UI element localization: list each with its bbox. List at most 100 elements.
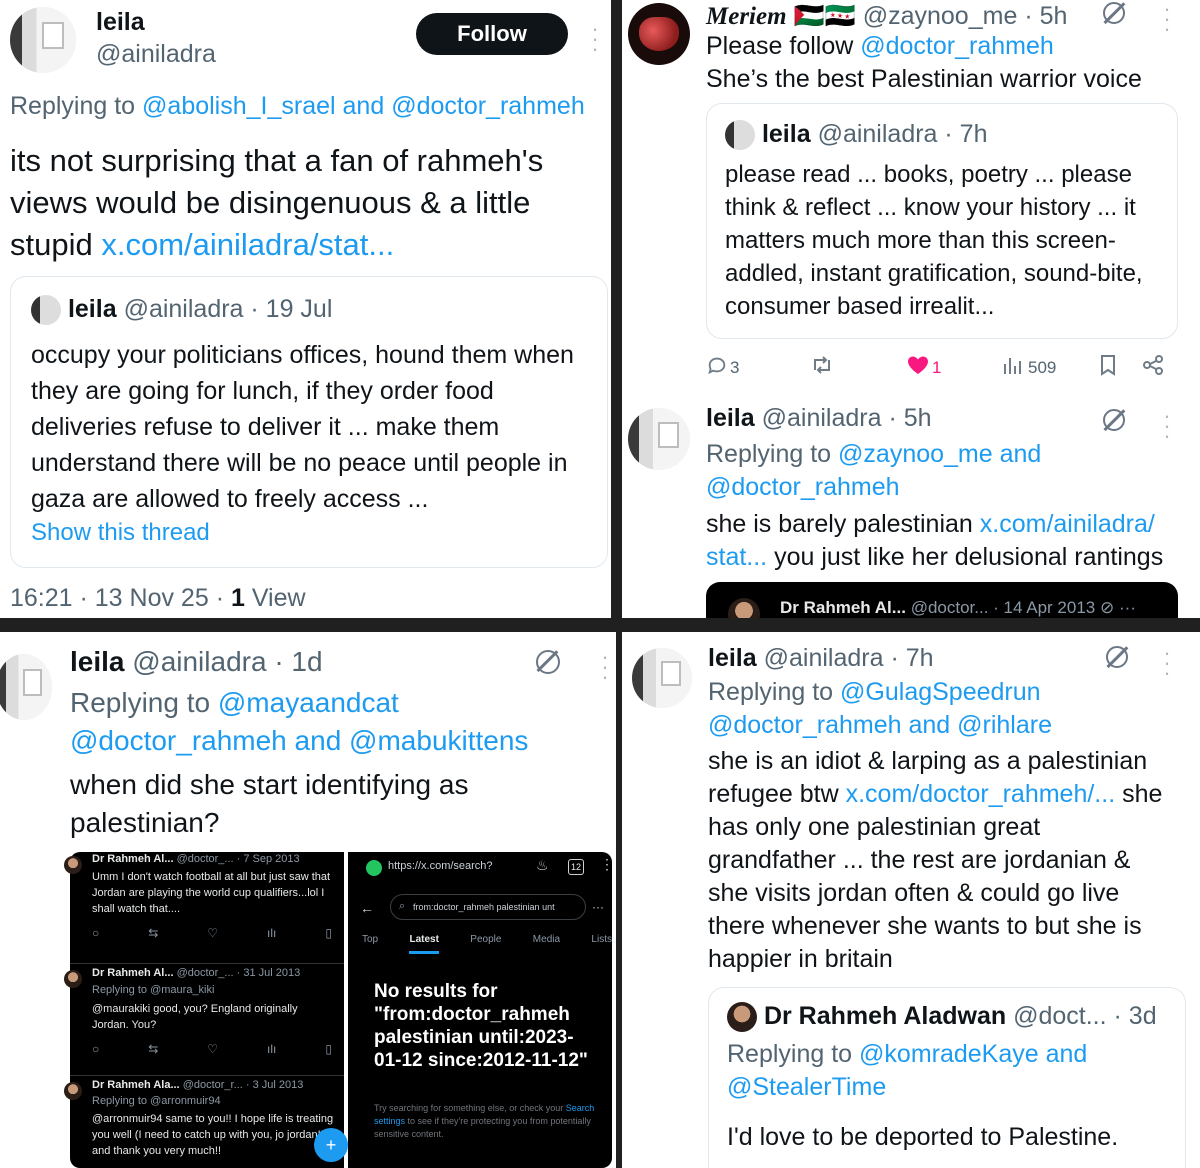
author-handle[interactable]: @ainiladra: [762, 404, 882, 432]
mention-link[interactable]: @doctor_rahmeh: [706, 471, 1041, 504]
share-icon[interactable]: [1142, 354, 1164, 382]
tweet-time[interactable]: · 5h: [888, 404, 931, 432]
flame-icon[interactable]: ♨: [536, 857, 549, 874]
more-icon[interactable]: ···: [1162, 405, 1172, 447]
mention-link[interactable]: @doctor_rahmeh: [391, 92, 585, 120]
mention-link[interactable]: @mabukittens: [349, 725, 528, 756]
avatar[interactable]: [10, 7, 76, 73]
reply-context: Replying to @mayaandcat @doctor_rahmeh a…: [70, 684, 528, 760]
mini-date: · 31 Jul 2013: [236, 967, 301, 979]
grok-icon[interactable]: [536, 650, 560, 674]
like-icon[interactable]: [906, 354, 930, 382]
author-handle[interactable]: @ainiladra: [96, 40, 216, 69]
more-icon[interactable]: ···: [600, 646, 610, 688]
avatar[interactable]: [628, 3, 690, 65]
avatar[interactable]: [0, 654, 52, 720]
tweet-link[interactable]: stat...: [706, 543, 767, 571]
reply-icon: ○: [92, 1042, 100, 1056]
views-icon: ılı: [267, 1042, 277, 1056]
author-name[interactable]: leila: [96, 8, 145, 37]
more-icon[interactable]: ···: [1162, 642, 1172, 684]
menu-icon[interactable]: ⋮: [600, 856, 614, 873]
grok-icon[interactable]: [1103, 2, 1125, 24]
mention-link[interactable]: @doctor_rahmeh: [70, 725, 287, 756]
quote-tweet[interactable]: leila @ainiladra · 19 Jul occupy your po…: [10, 276, 608, 568]
tab-count[interactable]: 12: [568, 859, 584, 875]
more-icon[interactable]: ···: [590, 18, 600, 60]
author-name[interactable]: Meriem: [706, 3, 787, 30]
tweet-time[interactable]: · 7h: [890, 644, 933, 672]
follow-button[interactable]: Follow: [416, 13, 568, 55]
avatar[interactable]: [632, 648, 692, 708]
more-icon[interactable]: ···: [1119, 598, 1136, 617]
mini-tweet: Dr Rahmeh Ala... @doctor_r... · 3 Jul 20…: [64, 1076, 348, 1168]
attached-image-timeline[interactable]: Dr Rahmeh Al... @doctor_... · 7 Sep 2013…: [64, 852, 348, 1168]
grok-icon[interactable]: [1103, 409, 1125, 431]
mini-header: Dr Rahmeh Al... @doctor_... · 7 Sep 2013: [92, 853, 300, 865]
attached-image-search[interactable]: https://x.com/search? ♨ 12 ⋮ ← ⌕ from:do…: [348, 852, 614, 1168]
quote-tweet[interactable]: Dr Rahmeh Aladwan @doct... · 3d Replying…: [708, 987, 1186, 1168]
tab-lists[interactable]: Lists: [591, 934, 612, 954]
quote-header: Dr Rahmeh Aladwan @doct... · 3d: [727, 1002, 1157, 1033]
mention-link[interactable]: @doctor_rahmeh: [860, 32, 1054, 60]
mini-date: · 3 Jul 2013: [245, 1079, 304, 1091]
quote-tweet[interactable]: leila @ainiladra · 7h please read ... bo…: [706, 103, 1178, 339]
mini-date: · 7 Sep 2013: [236, 853, 300, 865]
quote-date: · 19 Jul: [250, 295, 333, 323]
mini-tweet: Dr Rahmeh Al... @doctor_... · 31 Jul 201…: [64, 964, 344, 1076]
mini-reply-context: Replying to @maura_kiki: [92, 984, 215, 996]
panel-bottom-left: leila @ainiladra · 1d · · · Replying to @m…: [0, 632, 616, 1168]
grok-icon[interactable]: ⊘: [1100, 598, 1114, 617]
views-count: 509: [1028, 358, 1057, 377]
mention-link[interactable]: @mayaandcat: [218, 687, 399, 718]
author-name[interactable]: leila: [70, 646, 124, 677]
views-icon[interactable]: [1002, 354, 1024, 382]
tab-top[interactable]: Top: [362, 934, 378, 954]
author-name[interactable]: leila: [706, 404, 755, 432]
author-handle[interactable]: @ainiladra: [132, 646, 266, 677]
tweet-text: its not surprising that a fan of rahmeh'…: [10, 140, 610, 266]
tweet-link[interactable]: x.com/ainiladra/: [980, 510, 1155, 538]
mini-avatar: [64, 856, 82, 874]
back-icon[interactable]: ←: [360, 900, 374, 916]
tweet-link[interactable]: x.com/doctor_rahmeh/...: [846, 780, 1116, 808]
reply-context: Replying to @zaynoo_me and @doctor_rahme…: [706, 438, 1041, 504]
author-name[interactable]: leila: [708, 644, 757, 672]
quote-time: · 7h: [944, 120, 988, 148]
mention-link[interactable]: @GulagSpeedrun: [840, 678, 1041, 706]
mini-reply-context: Replying to @arronmuir94: [92, 1095, 221, 1107]
tweet-time[interactable]: · 5h: [1024, 2, 1067, 30]
retweet-icon: ⇆: [148, 1042, 159, 1056]
embedded-avatar: [728, 598, 760, 618]
mini-text: @maurakiki good, you? England originally…: [92, 1003, 298, 1031]
grok-icon[interactable]: [1106, 646, 1128, 668]
mention-link[interactable]: @zaynoo_me: [838, 440, 993, 468]
author-handle[interactable]: @ainiladra: [764, 644, 884, 672]
reply-and: and: [992, 440, 1042, 468]
mention-link[interactable]: @doctor_rahmeh: [708, 711, 902, 739]
search-box[interactable]: ⌕ from:doctor_rahmeh palestinian unt: [390, 894, 586, 920]
url-bar[interactable]: https://x.com/search?: [388, 860, 493, 872]
compose-fab-icon[interactable]: +: [314, 1128, 348, 1162]
embedded-tweet[interactable]: Dr Rahmeh Al... @doctor... · 14 Apr 2013…: [706, 582, 1178, 618]
tab-media[interactable]: Media: [533, 934, 560, 954]
more-icon[interactable]: ···: [1162, 0, 1172, 40]
show-thread-link[interactable]: Show this thread: [31, 519, 210, 547]
tweet-body: you just like her delusional rantings: [767, 543, 1164, 571]
reply-prefix: Replying to: [708, 678, 841, 706]
mention-link[interactable]: @abolish_I_srael: [142, 92, 336, 120]
more-icon[interactable]: ···: [592, 900, 604, 914]
tweet-timestamp[interactable]: 16:21 · 13 Nov 25 ·: [10, 584, 231, 612]
author-handle[interactable]: @zaynoo_me: [863, 2, 1018, 30]
mention-link[interactable]: @rihlare: [957, 711, 1052, 739]
tab-latest[interactable]: Latest: [409, 934, 439, 954]
reply-icon[interactable]: [706, 354, 728, 382]
retweet-icon[interactable]: [810, 354, 834, 382]
bookmark-icon[interactable]: [1098, 354, 1118, 382]
tweet-link[interactable]: x.com/ainiladra/stat...: [101, 227, 394, 262]
avatar[interactable]: [628, 408, 690, 470]
tweet-line: She’s the best Palestinian warrior voice: [706, 65, 1142, 93]
tab-people[interactable]: People: [470, 934, 501, 954]
tweet-time[interactable]: · 1d: [274, 646, 322, 677]
reply-and: and: [335, 92, 392, 120]
